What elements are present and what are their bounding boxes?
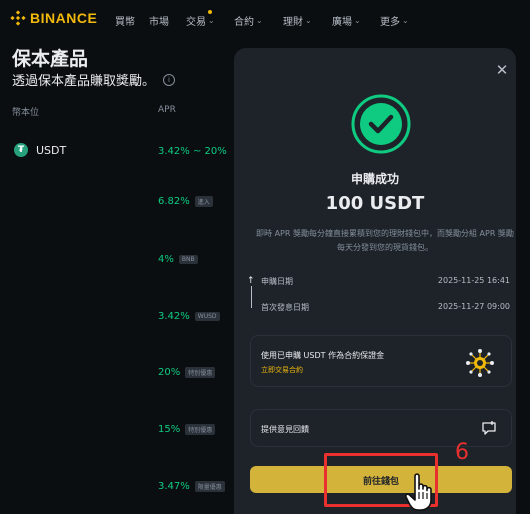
nav-item-trade[interactable]: 交易 ⌄	[186, 13, 215, 28]
reward-description: 即時 APR 獎勵每分鐘直接累積到您的理財錢包中，而獎勵分組 APR 獎勵每天分…	[256, 229, 514, 252]
nav-item-label: 理財	[283, 17, 303, 28]
page-subtitle-text: 透過保本產品賺取獎勵。	[12, 74, 156, 89]
apr-tag: 特別優惠	[185, 424, 216, 435]
feedback-card[interactable]: 提供意見回饋	[250, 409, 512, 447]
apr-row[interactable]: 6.82% 進入	[158, 196, 213, 207]
logo-text: BINANCE	[30, 10, 98, 26]
chevron-down-icon: ⌄	[305, 16, 312, 25]
column-header-currency: 幣本位	[12, 108, 40, 118]
nav-item-earn[interactable]: 理財 ⌄	[283, 13, 312, 28]
chevron-down-icon: ⌄	[402, 16, 409, 25]
subscription-date-value: 2025-11-25 16:41	[437, 276, 510, 285]
apr-value: 6.82%	[158, 196, 190, 207]
nav-item-markets[interactable]: 市場	[149, 13, 169, 28]
subscribed-amount: 100 USDT	[325, 193, 425, 214]
nav-item-label: 買幣	[115, 17, 135, 28]
usdt-icon: ₮	[14, 143, 28, 157]
apr-value: 4%	[158, 254, 174, 265]
collateral-card[interactable]: 使用已申購 USDT 作為合約保證金 立即交易合約	[250, 335, 512, 387]
binance-logo-icon	[10, 10, 26, 26]
close-icon[interactable]: ✕	[494, 62, 510, 78]
apr-value: 3.42% ~ 20%	[158, 146, 227, 157]
apr-value: 15%	[158, 424, 181, 435]
apr-tag: WUSD	[194, 312, 220, 321]
apr-tag: 特別優惠	[185, 367, 216, 378]
apr-row[interactable]: 15% 特別優惠	[158, 424, 216, 435]
apr-row[interactable]: 3.42% WUSD	[158, 311, 220, 322]
success-title: 申購成功	[350, 172, 399, 186]
info-icon[interactable]: i	[163, 73, 176, 86]
apr-tag: BNB	[178, 255, 198, 264]
binance-logo[interactable]: BINANCE	[10, 10, 97, 26]
feedback-icon	[482, 421, 496, 435]
nav-item-futures[interactable]: 合約 ⌄	[234, 13, 263, 28]
apr-tag: 限量優惠	[194, 481, 225, 492]
nav-item-label: 更多	[380, 17, 400, 28]
nav-item-square[interactable]: 廣場 ⌄	[332, 13, 361, 28]
apr-value: 20%	[158, 367, 181, 378]
first-interest-date-label: 首次發息日期	[261, 303, 309, 312]
timeline-line	[251, 286, 252, 308]
nav-item-label: 市場	[149, 17, 169, 28]
apr-tag: 進入	[194, 196, 213, 207]
futures-network-icon	[466, 349, 494, 377]
subscription-date-label: 申購日期	[261, 277, 293, 286]
page-subtitle: 透過保本產品賺取獎勵。 i	[12, 70, 176, 89]
trade-futures-link[interactable]: 立即交易合約	[261, 365, 303, 375]
coin-usdt[interactable]: ₮ USDT	[14, 143, 66, 157]
chevron-down-icon: ⌄	[208, 16, 215, 25]
first-interest-date-value: 2025-11-27 09:00	[437, 302, 510, 311]
apr-value: 3.42%	[158, 311, 190, 322]
column-header-apr: APR	[158, 105, 176, 115]
apr-value: 3.47%	[158, 481, 190, 492]
coin-name: USDT	[36, 143, 67, 157]
nav-item-label: 合約	[234, 17, 254, 28]
step-number: 6	[455, 440, 469, 465]
apr-row[interactable]: 4% BNB	[158, 254, 198, 265]
nav-item-label: 廣場	[332, 17, 352, 28]
success-check-icon	[351, 94, 411, 154]
nav-item-buy-crypto[interactable]: 買幣	[115, 13, 135, 28]
apr-row[interactable]: 3.42% ~ 20%	[158, 146, 227, 157]
page-title: 保本產品	[12, 48, 89, 70]
collateral-card-text: 使用已申購 USDT 作為合約保證金	[261, 351, 385, 360]
notification-dot	[208, 10, 212, 14]
timeline-arrow-icon: ↑	[247, 276, 255, 286]
top-navigation: BINANCE 買幣 市場 交易 ⌄ 合約 ⌄ 理財 ⌄ 廣場 ⌄ 更多 ⌄	[0, 0, 530, 38]
apr-row[interactable]: 3.47% 限量優惠	[158, 481, 225, 492]
nav-item-more[interactable]: 更多 ⌄	[380, 13, 409, 28]
feedback-card-text: 提供意見回饋	[261, 425, 309, 434]
chevron-down-icon: ⌄	[354, 16, 361, 25]
nav-item-label: 交易	[186, 17, 206, 28]
apr-row[interactable]: 20% 特別優惠	[158, 367, 216, 378]
hand-pointer-icon	[404, 473, 432, 511]
chevron-down-icon: ⌄	[256, 16, 263, 25]
